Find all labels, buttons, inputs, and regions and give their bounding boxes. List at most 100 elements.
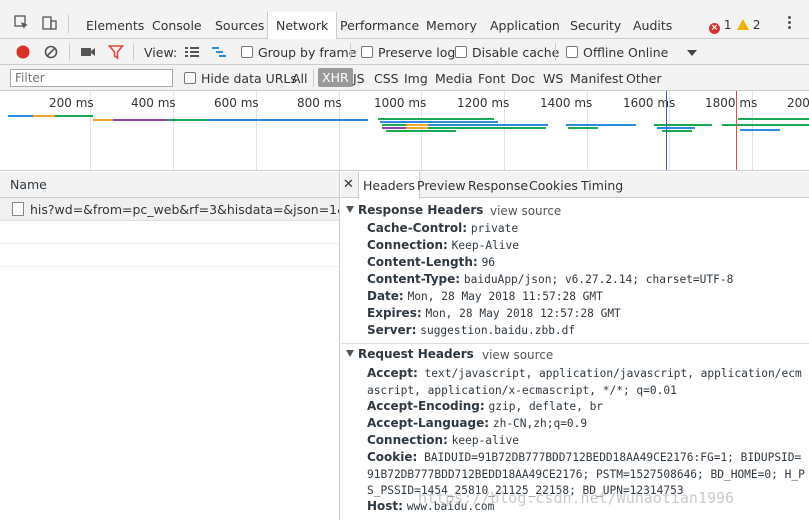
response-header-row: Cache-Control: private bbox=[367, 221, 519, 235]
preserve-log-checkbox[interactable] bbox=[361, 46, 373, 58]
detail-tabs: ✕ Headers Preview Response Cookies Timin… bbox=[341, 172, 809, 199]
group-by-frame-label: Group by frame bbox=[258, 45, 357, 60]
waterfall-overview-icon[interactable] bbox=[211, 44, 227, 60]
filter-input[interactable] bbox=[10, 69, 173, 87]
timeline-bar bbox=[208, 119, 368, 121]
timeline-tick-label: 1600 ms bbox=[623, 96, 676, 110]
timeline-tick-label: 1800 ms bbox=[705, 96, 758, 110]
document-file-icon bbox=[12, 202, 24, 216]
filter-type-doc[interactable]: Doc bbox=[511, 71, 535, 86]
watermark: https://blog.csdn.net/Wuhaotian1996 bbox=[418, 489, 735, 507]
tabbar-separator bbox=[68, 15, 69, 33]
group-by-frame-checkbox[interactable] bbox=[241, 46, 253, 58]
timeline-bar bbox=[93, 119, 113, 121]
warning-counter[interactable]: 2 bbox=[737, 18, 760, 33]
warning-icon bbox=[737, 19, 749, 30]
response-header-row: Server: suggestion.baidu.zbb.df bbox=[367, 323, 576, 337]
request-list: Name his?wd=&from=pc_web&rf=3&hisdata=&j… bbox=[0, 172, 340, 520]
filter-type-all[interactable]: All bbox=[292, 71, 308, 86]
timeline-bar bbox=[8, 115, 33, 117]
detail-tab-headers[interactable]: Headers bbox=[358, 172, 421, 199]
detail-tab-cookies[interactable]: Cookies bbox=[525, 172, 582, 199]
filter-icon[interactable] bbox=[108, 44, 124, 60]
request-headers-section[interactable]: Request Headers bbox=[346, 347, 474, 361]
timeline-bar bbox=[33, 115, 55, 117]
filter-type-js[interactable]: JS bbox=[353, 71, 365, 86]
dom-content-loaded-line bbox=[666, 91, 667, 170]
detail-tab-preview[interactable]: Preview bbox=[413, 172, 470, 199]
timeline-bar bbox=[55, 115, 93, 117]
timeline-tick-label: 200 ms bbox=[49, 96, 94, 110]
warning-count: 2 bbox=[752, 18, 761, 32]
request-view-source-link[interactable]: view source bbox=[482, 348, 553, 362]
timeline-bar bbox=[406, 127, 428, 129]
request-name: his?wd=&from=pc_web&rf=3&hisdata=&json=1… bbox=[30, 202, 339, 217]
clear-icon[interactable] bbox=[43, 44, 59, 60]
timeline-bar bbox=[380, 121, 498, 123]
filter-type-font[interactable]: Font bbox=[478, 71, 505, 86]
filter-type-img[interactable]: Img bbox=[404, 71, 428, 86]
response-view-source-link[interactable]: view source bbox=[490, 204, 561, 218]
tab-memory[interactable]: Memory bbox=[418, 12, 485, 39]
hide-data-urls-checkbox[interactable] bbox=[184, 72, 196, 84]
offline-checkbox[interactable] bbox=[566, 46, 578, 58]
filter-type-ws[interactable]: WS bbox=[543, 71, 563, 86]
load-event-line bbox=[736, 91, 737, 170]
filter-type-xhr[interactable]: XHR bbox=[318, 68, 353, 87]
response-headers-section[interactable]: Response Headers bbox=[346, 203, 483, 217]
filter-type-css[interactable]: CSS bbox=[374, 71, 399, 86]
tab-network[interactable]: Network bbox=[267, 12, 338, 40]
request-header-accept: Accept: text/javascript, application/jav… bbox=[367, 366, 802, 397]
timeline-bar bbox=[378, 118, 494, 120]
tab-security[interactable]: Security bbox=[562, 12, 629, 39]
response-header-row: Content-Type: baiduApp/json; v6.27.2.14;… bbox=[367, 272, 734, 286]
close-icon[interactable]: ✕ bbox=[343, 172, 354, 198]
timeline-bar bbox=[168, 119, 208, 121]
response-header-row: Expires: Mon, 28 May 2018 12:57:28 GMT bbox=[367, 306, 621, 320]
large-rows-icon[interactable] bbox=[184, 44, 200, 60]
filter-type-media[interactable]: Media bbox=[435, 71, 473, 86]
error-icon: × bbox=[709, 23, 720, 34]
chevron-down-icon[interactable] bbox=[684, 45, 700, 61]
network-overview-timeline[interactable]: 200 ms 400 ms 600 ms 800 ms 1000 ms 1200… bbox=[0, 91, 809, 171]
response-header-row: Content-Length: 96 bbox=[367, 255, 496, 269]
throttling-select[interactable]: Online bbox=[628, 45, 668, 60]
disable-cache-label: Disable cache bbox=[472, 45, 560, 60]
tab-performance[interactable]: Performance bbox=[332, 12, 427, 39]
detail-tab-response[interactable]: Response bbox=[464, 172, 532, 199]
timeline-tick-label: 1200 ms bbox=[457, 96, 510, 110]
timeline-bar bbox=[386, 130, 456, 132]
response-header-row: Connection: Keep-Alive bbox=[367, 238, 520, 252]
empty-row bbox=[0, 221, 339, 244]
filter-type-other[interactable]: Other bbox=[626, 71, 662, 86]
timeline-bar bbox=[382, 124, 406, 126]
filter-type-manifest[interactable]: Manifest bbox=[570, 71, 623, 86]
tab-sources[interactable]: Sources bbox=[207, 12, 272, 39]
timeline-bar bbox=[654, 124, 712, 126]
error-counter[interactable]: × 1 bbox=[709, 18, 731, 34]
response-headers-title: Response Headers bbox=[358, 203, 484, 217]
timeline-bar bbox=[568, 127, 598, 129]
toolbar-separator bbox=[69, 43, 70, 61]
toolbar-separator bbox=[133, 43, 134, 61]
device-toolbar-icon[interactable] bbox=[41, 15, 57, 31]
request-row[interactable]: his?wd=&from=pc_web&rf=3&hisdata=&json=1… bbox=[0, 198, 339, 221]
timeline-bar bbox=[740, 129, 780, 131]
error-count: 1 bbox=[723, 18, 732, 32]
record-icon[interactable] bbox=[15, 44, 31, 60]
timeline-bar bbox=[382, 127, 406, 129]
tab-audits[interactable]: Audits bbox=[625, 12, 680, 39]
more-options-icon[interactable] bbox=[788, 16, 792, 31]
tab-application[interactable]: Application bbox=[482, 12, 568, 39]
name-column-header[interactable]: Name bbox=[0, 172, 339, 198]
request-detail-pane: ✕ Headers Preview Response Cookies Timin… bbox=[341, 172, 809, 520]
detail-tab-timing[interactable]: Timing bbox=[577, 172, 627, 199]
view-label: View: bbox=[144, 45, 178, 60]
tab-elements[interactable]: Elements bbox=[78, 12, 152, 39]
filter-separator bbox=[313, 69, 314, 87]
inspect-element-icon[interactable] bbox=[14, 15, 30, 31]
screenshot-camera-icon[interactable] bbox=[80, 44, 96, 60]
tab-console[interactable]: Console bbox=[144, 12, 210, 39]
devtools-tabbar: Elements Console Sources Network Perform… bbox=[0, 0, 809, 40]
disable-cache-checkbox[interactable] bbox=[455, 46, 467, 58]
